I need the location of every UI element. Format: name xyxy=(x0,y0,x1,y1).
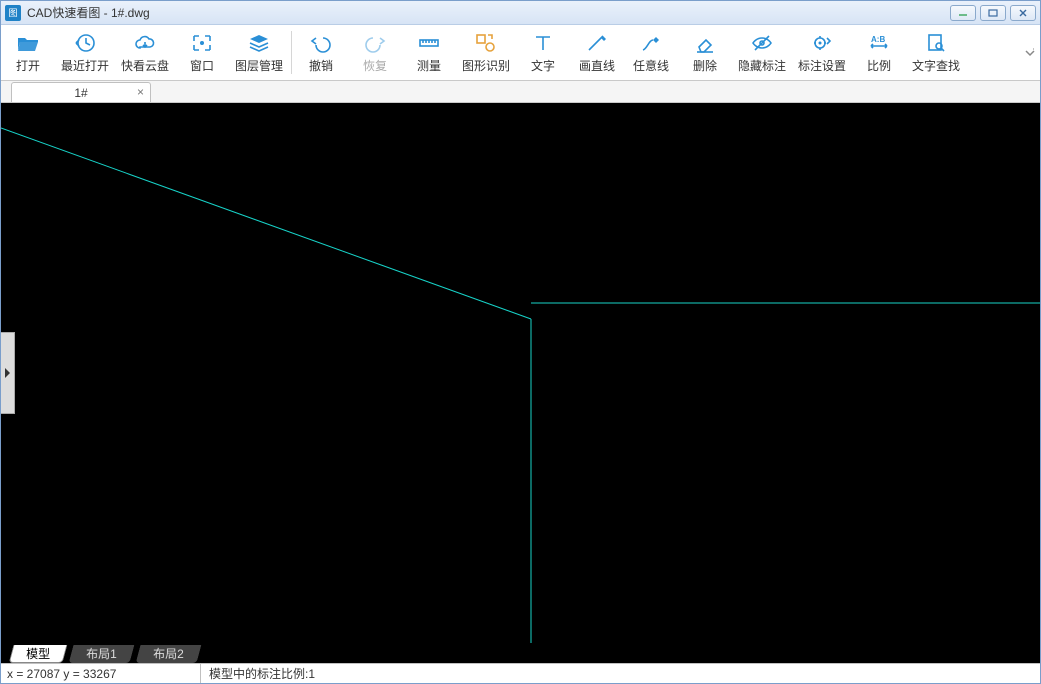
main-toolbar: 打开 最近打开 快看云盘 窗口 图层管理 xyxy=(1,25,1040,81)
undo-icon xyxy=(309,31,333,55)
measure-label: 测量 xyxy=(417,57,441,74)
ratio-button[interactable]: A:B 比例 xyxy=(852,25,906,80)
redo-icon xyxy=(363,31,387,55)
drawing-content xyxy=(1,103,1040,643)
toolbar-overflow-button[interactable] xyxy=(1020,25,1040,80)
window-controls xyxy=(950,5,1036,21)
text-icon xyxy=(531,31,555,55)
layout-tab-bar: 模型 布局1 布局2 xyxy=(1,643,1040,663)
shape-rec-label: 图形识别 xyxy=(462,57,510,74)
redo-button[interactable]: 恢复 xyxy=(348,25,402,80)
fit-window-icon xyxy=(190,31,214,55)
layout-tab-layout2[interactable]: 布局2 xyxy=(135,645,201,663)
layers-button[interactable]: 图层管理 xyxy=(229,25,289,80)
gear-annotation-icon xyxy=(810,31,834,55)
hide-annotation-button[interactable]: 隐藏标注 xyxy=(732,25,792,80)
measure-button[interactable]: 测量 xyxy=(402,25,456,80)
minimize-button[interactable] xyxy=(950,5,976,21)
annot-set-label: 标注设置 xyxy=(798,57,846,74)
line-button[interactable]: 画直线 xyxy=(570,25,624,80)
app-icon: 图 xyxy=(5,5,21,21)
text-search-label: 文字查找 xyxy=(912,57,960,74)
delete-label: 删除 xyxy=(693,57,717,74)
redo-label: 恢复 xyxy=(363,57,387,74)
status-scale: 模型中的标注比例:1 xyxy=(201,665,315,682)
close-button[interactable] xyxy=(1010,5,1036,21)
status-coordinates: x = 27087 y = 33267 xyxy=(1,664,201,683)
hide-annot-label: 隐藏标注 xyxy=(738,57,786,74)
layout-tab-layout1[interactable]: 布局1 xyxy=(69,645,135,663)
annotation-settings-button[interactable]: 标注设置 xyxy=(792,25,852,80)
delete-button[interactable]: 删除 xyxy=(678,25,732,80)
pencil-line-icon xyxy=(585,31,609,55)
freeline-button[interactable]: 任意线 xyxy=(624,25,678,80)
eraser-icon xyxy=(693,31,717,55)
open-button[interactable]: 打开 xyxy=(1,25,55,80)
layers-icon xyxy=(247,31,271,55)
open-label: 打开 xyxy=(16,57,40,74)
window-title: CAD快速看图 - 1#.dwg xyxy=(27,4,950,21)
search-document-icon xyxy=(924,31,948,55)
freeline-label: 任意线 xyxy=(633,57,669,74)
text-label: 文字 xyxy=(531,57,555,74)
shape-recognition-button[interactable]: 图形识别 xyxy=(456,25,516,80)
ruler-icon xyxy=(417,31,441,55)
layers-label: 图层管理 xyxy=(235,57,283,74)
document-tab-label: 1# xyxy=(74,86,87,100)
undo-button[interactable]: 撤销 xyxy=(294,25,348,80)
undo-label: 撤销 xyxy=(309,57,333,74)
title-bar: 图 CAD快速看图 - 1#.dwg xyxy=(1,1,1040,25)
history-icon xyxy=(73,31,97,55)
side-panel-expand-handle[interactable] xyxy=(1,332,15,414)
cloud-label: 快看云盘 xyxy=(121,57,169,74)
shapes-icon xyxy=(474,31,498,55)
ratio-icon: A:B xyxy=(867,31,891,55)
maximize-button[interactable] xyxy=(980,5,1006,21)
document-tab-close[interactable]: × xyxy=(137,85,144,99)
status-bar: x = 27087 y = 33267 模型中的标注比例:1 xyxy=(1,663,1040,683)
text-search-button[interactable]: 文字查找 xyxy=(906,25,966,80)
text-button[interactable]: 文字 xyxy=(516,25,570,80)
line-label: 画直线 xyxy=(579,57,615,74)
pencil-curve-icon xyxy=(639,31,663,55)
window-label: 窗口 xyxy=(190,57,214,74)
drawing-canvas[interactable] xyxy=(1,103,1040,643)
toolbar-separator xyxy=(291,31,292,74)
document-tab[interactable]: 1# × xyxy=(11,82,151,102)
ratio-label: 比例 xyxy=(867,57,891,74)
document-tab-bar: 1# × xyxy=(1,81,1040,103)
app-window: 图 CAD快速看图 - 1#.dwg 打开 最近打开 xyxy=(0,0,1041,684)
folder-open-icon xyxy=(16,31,40,55)
svg-text:A:B: A:B xyxy=(871,35,885,44)
recent-button[interactable]: 最近打开 xyxy=(55,25,115,80)
cloud-icon xyxy=(133,31,157,55)
recent-label: 最近打开 xyxy=(61,57,109,74)
layout-tab-model[interactable]: 模型 xyxy=(9,645,68,663)
eye-off-icon xyxy=(750,31,774,55)
cloud-button[interactable]: 快看云盘 xyxy=(115,25,175,80)
window-button[interactable]: 窗口 xyxy=(175,25,229,80)
